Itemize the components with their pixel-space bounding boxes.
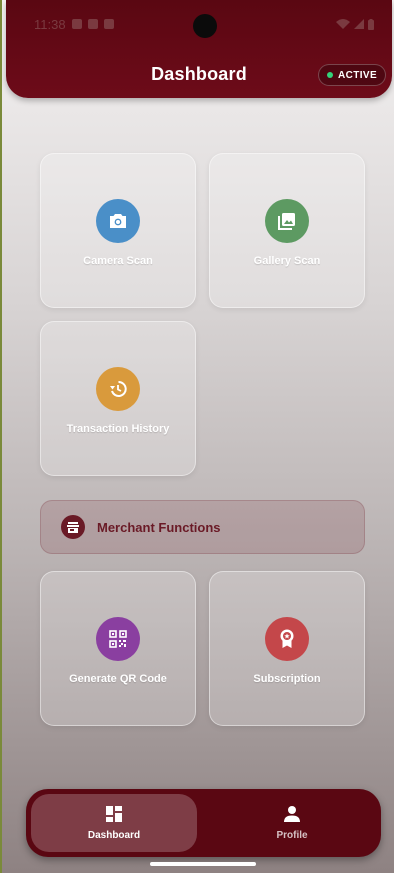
notification-icon <box>71 19 82 29</box>
photo-library-icon <box>265 198 309 243</box>
status-time: 11:38 <box>34 16 66 32</box>
merchant-functions-label: Merchant Functions <box>97 519 221 535</box>
app-notification-icon <box>103 19 114 29</box>
camera-scan-label: Camera Scan <box>83 254 153 267</box>
front-camera <box>193 14 217 38</box>
battery-icon <box>368 18 374 30</box>
person-icon <box>284 806 300 822</box>
wifi-icon <box>336 19 350 29</box>
generate-qr-code-label: Generate QR Code <box>69 672 167 685</box>
status-badge-label: ACTIVE <box>338 69 378 81</box>
generate-qr-code-card[interactable]: Generate QR Code <box>40 571 196 726</box>
merchant-functions-header: Merchant Functions <box>40 500 365 554</box>
badge-icon <box>265 616 309 661</box>
sim-icon <box>87 19 98 29</box>
active-dot-icon <box>327 72 333 78</box>
gallery-scan-label: Gallery Scan <box>253 254 321 267</box>
gallery-scan-card[interactable]: Gallery Scan <box>209 153 365 308</box>
subscription-card[interactable]: Subscription <box>209 571 365 726</box>
history-icon <box>96 366 140 411</box>
signal-icon <box>354 19 364 29</box>
qr-code-icon <box>96 616 140 661</box>
dashboard-icon <box>106 806 122 822</box>
bottom-navigation: Dashboard Profile <box>26 789 381 857</box>
nav-label-profile: Profile <box>276 830 308 841</box>
home-indicator[interactable] <box>150 862 256 866</box>
subscription-label: Subscription <box>253 672 321 685</box>
camera-scan-card[interactable]: Camera Scan <box>40 153 196 308</box>
transaction-history-label: Transaction History <box>66 422 170 435</box>
app-screen: 11:38 Dashboard ACTIVE Camera Scan Galle… <box>0 0 394 873</box>
transaction-history-card[interactable]: Transaction History <box>40 321 196 476</box>
camera-icon <box>96 198 140 243</box>
store-icon <box>61 515 85 539</box>
nav-item-dashboard[interactable]: Dashboard <box>31 794 197 852</box>
nav-label-dashboard: Dashboard <box>87 830 141 841</box>
status-left: 11:38 <box>34 17 114 32</box>
nav-item-profile[interactable]: Profile <box>209 794 375 852</box>
status-badge: ACTIVE <box>318 64 387 86</box>
status-right <box>336 18 374 30</box>
